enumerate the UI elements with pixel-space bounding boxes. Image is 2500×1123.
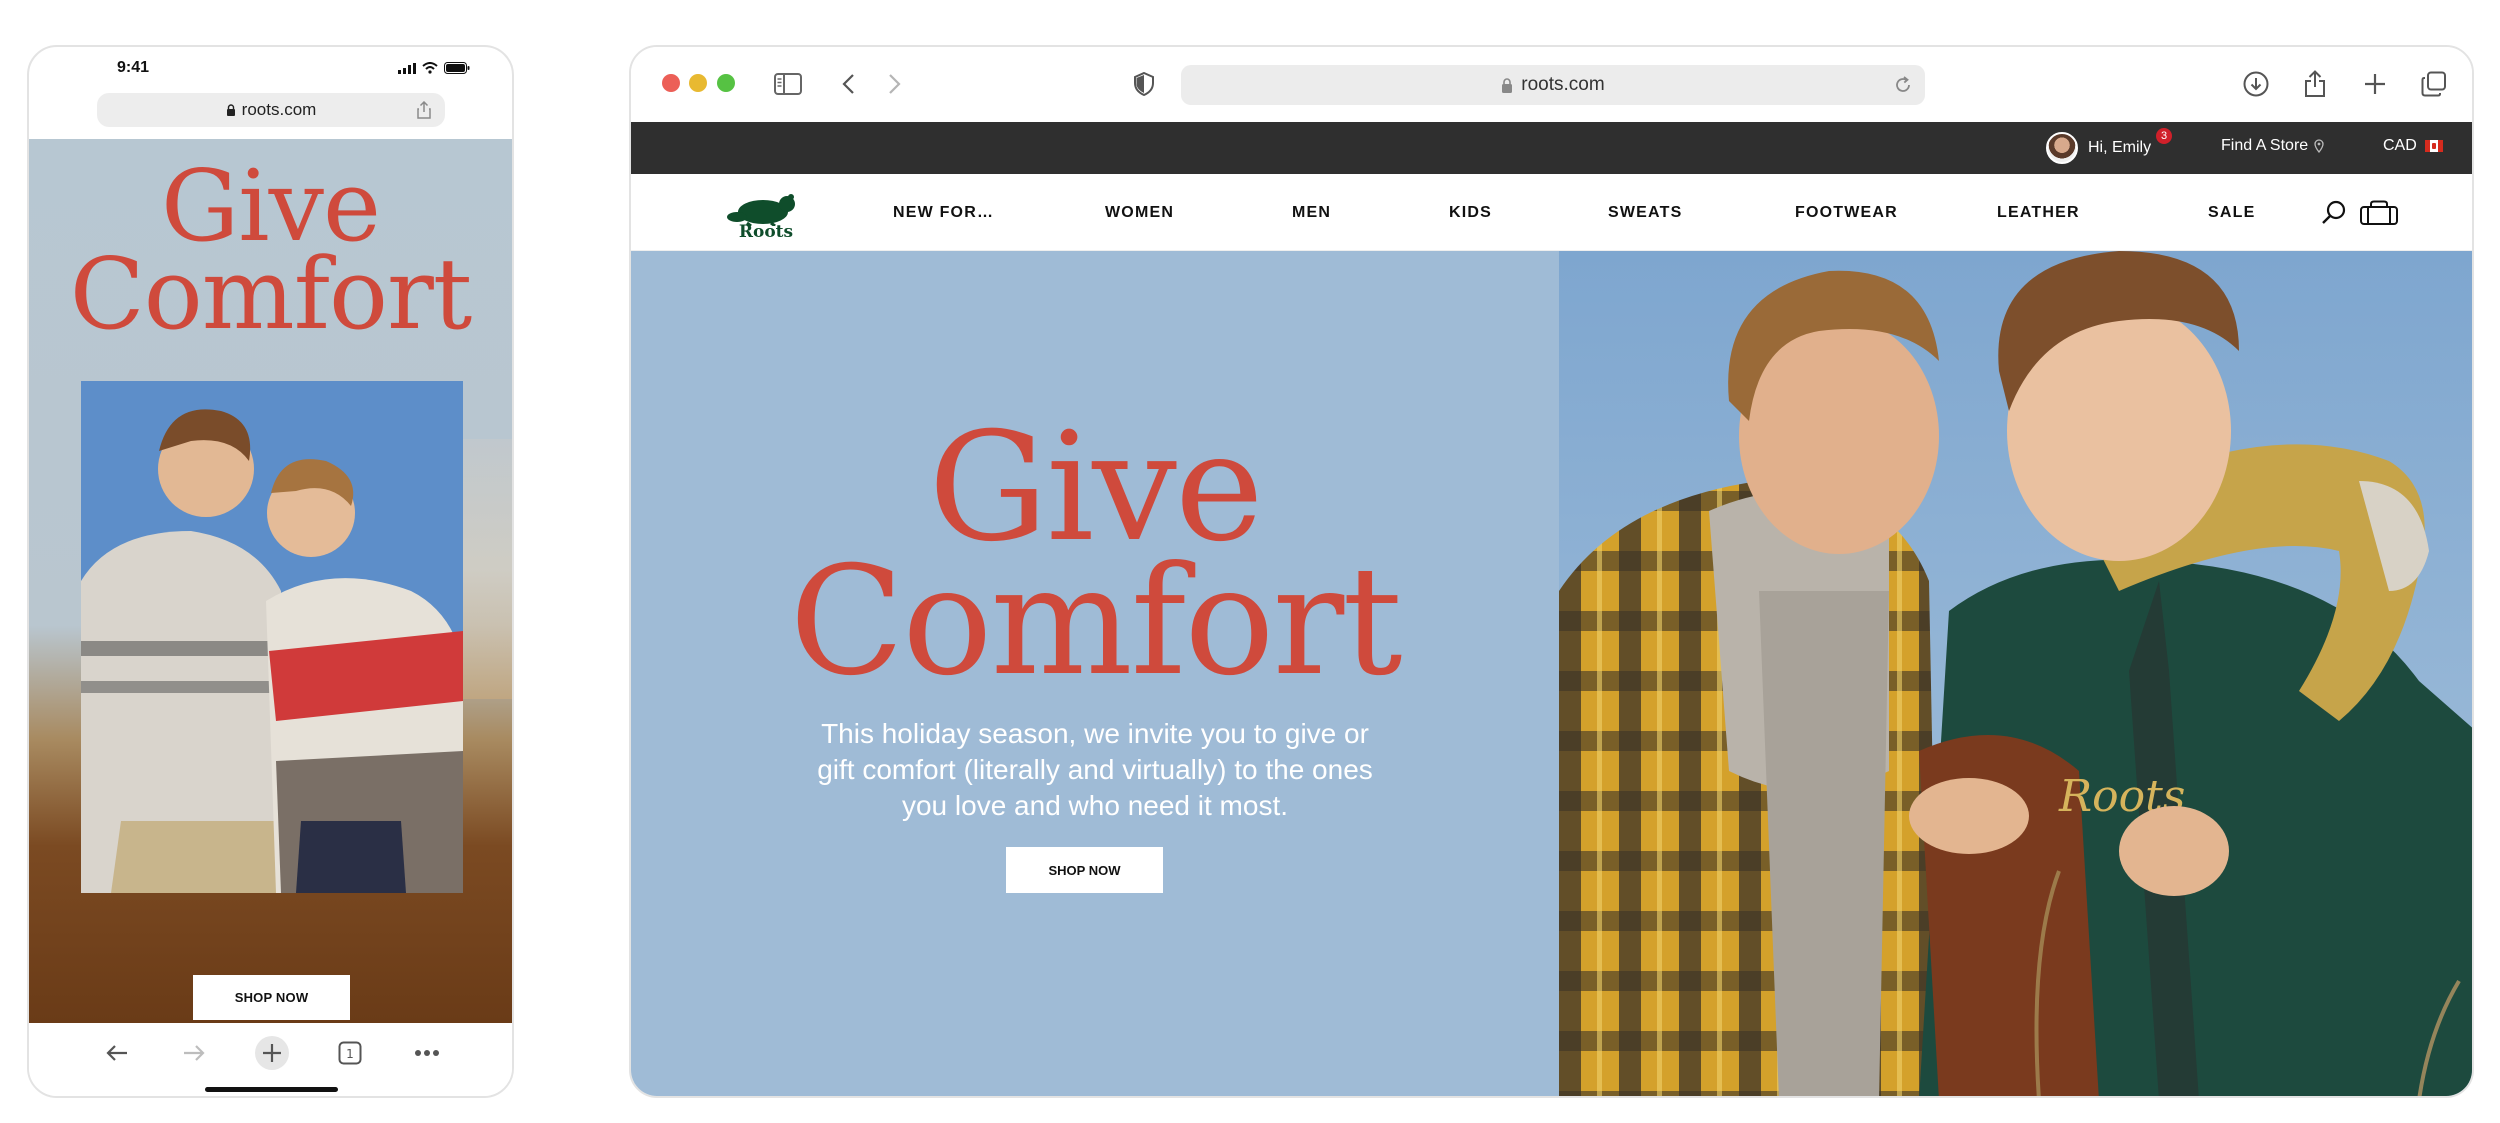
shopping-bag-button[interactable] <box>2358 200 2400 226</box>
find-store-link[interactable]: Find A Store <box>2221 137 2324 155</box>
tab-overview-button[interactable] <box>2417 67 2451 101</box>
logo-wordmark: Roots <box>738 222 794 242</box>
mobile-browser-toolbar: 1 <box>29 1023 512 1096</box>
mobile-back-button[interactable] <box>97 1033 137 1073</box>
window-close-button[interactable] <box>662 74 680 92</box>
greeting-text: Hi, Emily <box>2088 139 2152 156</box>
window-zoom-button[interactable] <box>717 74 735 92</box>
back-icon <box>106 1045 127 1061</box>
tab-count: 1 <box>346 1047 354 1061</box>
reload-icon[interactable] <box>1893 75 1913 95</box>
lock-icon <box>226 104 235 116</box>
mobile-url-text: roots.com <box>241 100 317 119</box>
shop-now-button[interactable]: SHOP NOW <box>1006 847 1163 893</box>
utility-bar: Hi, Emily 3 Find A Store CAD <box>631 122 2472 174</box>
hero-text-panel: Give Comfort This holiday season, we inv… <box>631 251 1559 1096</box>
beaver-logo-icon <box>727 194 795 226</box>
back-icon <box>842 74 854 94</box>
browser-back-button[interactable] <box>831 67 865 101</box>
avatar <box>2046 132 2078 164</box>
main-navigation: Roots NEW FOR… WOMEN MEN KIDS SWEATS FOO… <box>631 174 2472 251</box>
sidebar-toggle-button[interactable] <box>771 67 805 101</box>
mobile-address-bar[interactable]: roots.com <box>97 93 445 127</box>
sidebar-icon <box>774 73 802 95</box>
nav-new-for[interactable]: NEW FOR… <box>893 204 994 222</box>
mobile-hero-photo <box>81 381 463 893</box>
browser-toolbar: roots.com <box>631 47 2472 122</box>
mobile-more-button[interactable] <box>407 1033 447 1073</box>
desktop-browser-window: roots.com Hi, Emily 3 Find A Store CAD R… <box>629 45 2474 1098</box>
bag-icon <box>2360 200 2398 225</box>
mobile-hero-banner: Give Comfort SHOP NOW <box>29 139 512 1023</box>
share-button[interactable] <box>2298 67 2332 101</box>
downloads-button[interactable] <box>2239 67 2273 101</box>
nav-leather[interactable]: LEATHER <box>1997 204 2080 222</box>
nav-men[interactable]: MEN <box>1292 204 1331 222</box>
roots-logo[interactable]: Roots <box>727 190 805 242</box>
forward-icon <box>889 74 901 94</box>
search-icon <box>2322 200 2346 224</box>
find-store-label: Find A Store <box>2221 137 2309 154</box>
currency-selector[interactable]: CAD <box>2383 137 2443 155</box>
new-tab-icon <box>255 1036 289 1070</box>
signal-icon <box>398 62 416 74</box>
hero-title-line2: Comfort <box>789 535 1402 709</box>
location-pin-icon <box>2314 139 2324 153</box>
mobile-shop-now-button[interactable]: SHOP NOW <box>193 975 350 1020</box>
hero-banner: Give Comfort This holiday season, we inv… <box>631 251 2472 1096</box>
battery-icon <box>444 62 470 74</box>
nav-footwear[interactable]: FOOTWEAR <box>1795 204 1898 222</box>
address-bar[interactable]: roots.com <box>1181 65 1925 105</box>
currency-label: CAD <box>2383 137 2417 154</box>
lock-icon <box>1502 77 1513 93</box>
search-button[interactable] <box>2321 200 2347 226</box>
new-tab-icon <box>2365 74 2385 94</box>
new-tab-button[interactable] <box>2358 67 2392 101</box>
mobile-tabs-button[interactable]: 1 <box>330 1033 370 1073</box>
mobile-hero-title: Give Comfort <box>29 158 512 352</box>
mobile-forward-button[interactable] <box>174 1033 214 1073</box>
nav-kids[interactable]: KIDS <box>1449 204 1492 222</box>
status-bar: 9:41 <box>29 47 512 87</box>
canada-flag-icon <box>2424 140 2443 152</box>
notification-badge: 3 <box>2156 128 2172 144</box>
privacy-report-button[interactable] <box>1127 67 1161 101</box>
wifi-icon <box>422 62 438 74</box>
window-minimize-button[interactable] <box>689 74 707 92</box>
mobile-device-frame: 9:41 roots.com Give Comfort SHOP NOW 1 <box>27 45 514 1098</box>
account-link[interactable]: Hi, Emily 3 <box>2046 128 2172 164</box>
tabs-icon: 1 <box>338 1041 362 1065</box>
hero-description: This holiday season, we invite you to gi… <box>817 718 1373 821</box>
browser-forward-button[interactable] <box>878 67 912 101</box>
nav-sweats[interactable]: SWEATS <box>1608 204 1682 222</box>
forward-icon <box>184 1045 205 1061</box>
home-indicator <box>205 1087 338 1092</box>
status-time: 9:41 <box>117 59 150 76</box>
status-icons <box>398 62 470 74</box>
nav-sale[interactable]: SALE <box>2208 204 2255 222</box>
share-icon[interactable] <box>417 101 431 119</box>
mobile-hero-title-line2: Comfort <box>69 238 472 352</box>
share-icon <box>2305 70 2325 97</box>
more-icon <box>415 1050 439 1056</box>
hero-photo: Roots <box>1559 251 2472 1096</box>
nav-women[interactable]: WOMEN <box>1105 204 1174 222</box>
url-text: roots.com <box>1521 74 1605 95</box>
hero-title: Give Comfort <box>631 413 1559 709</box>
shield-icon <box>1134 72 1154 96</box>
download-icon <box>2243 71 2269 97</box>
tabs-icon <box>2421 71 2446 97</box>
mobile-new-tab-button[interactable] <box>252 1033 292 1073</box>
